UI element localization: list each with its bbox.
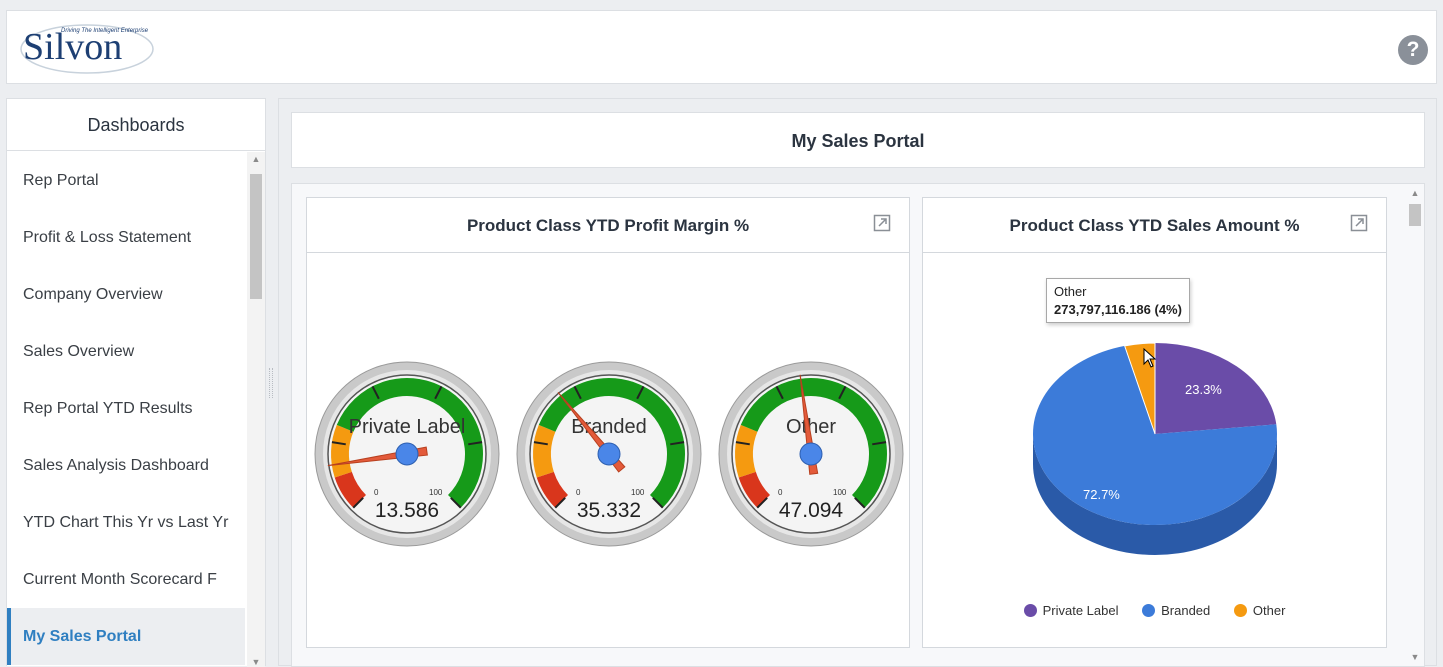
mouse-cursor-icon	[1143, 348, 1157, 368]
pie-slice-label: 72.7%	[1083, 487, 1120, 502]
scroll-down-arrow-icon[interactable]: ▼	[1406, 652, 1424, 662]
gauge-hub	[799, 442, 823, 466]
panel-splitter[interactable]	[266, 98, 276, 666]
gauge-value-text: 13.586	[375, 499, 439, 522]
gauge: Private Label 0 100 13.586	[314, 361, 500, 547]
legend-dot	[1023, 604, 1037, 617]
legend-dot	[1142, 604, 1156, 617]
gauge-hub	[395, 442, 419, 466]
panel-title: Product Class YTD Sales Amount %	[1009, 216, 1300, 235]
content-scrollbar[interactable]: ▲ ▼	[1406, 184, 1424, 666]
expand-icon[interactable]	[1350, 214, 1368, 232]
sidebar-item-sales-overview[interactable]: Sales Overview	[7, 323, 245, 380]
legend-label: Other	[1252, 603, 1286, 618]
sidebar-item-current-month-scorecard[interactable]: Current Month Scorecard F	[7, 551, 245, 608]
gauge-min-label: 0	[778, 488, 783, 497]
help-icon[interactable]: ?	[1398, 35, 1428, 65]
panel-header: Product Class YTD Sales Amount %	[923, 198, 1386, 253]
scroll-up-arrow-icon[interactable]: ▲	[1406, 188, 1424, 198]
legend-item-private-label[interactable]: Private Label	[1023, 603, 1119, 618]
dashboard-content: Product Class YTD Profit Margin % Privat…	[291, 183, 1425, 667]
panel-title: Product Class YTD Profit Margin %	[466, 216, 750, 235]
tooltip-value: 273,797,116.186 (4%)	[1054, 302, 1182, 317]
silvon-logo[interactable]: Silvon Driving The Intelligent Enterpris…	[17, 17, 157, 79]
panel-header: Product Class YTD Profit Margin %	[307, 198, 909, 253]
tooltip-category: Other	[1054, 284, 1087, 299]
legend-item-other[interactable]: Other	[1233, 603, 1286, 618]
expand-icon[interactable]	[873, 214, 891, 232]
sidebar-title: Dashboards	[7, 99, 265, 151]
pie-legend: Private Label Branded Other	[923, 603, 1386, 618]
sidebar-scroll-thumb[interactable]	[250, 174, 262, 299]
main-area: My Sales Portal Product Class YTD Profit…	[278, 98, 1437, 667]
gauge-value-text: 35.332	[577, 499, 641, 522]
gauge-max-label: 100	[631, 488, 645, 497]
pie-slice-label: 23.3%	[1185, 382, 1222, 397]
gauge-band-orange	[533, 424, 556, 478]
gauge-band-orange	[735, 424, 758, 478]
gauge-min-label: 0	[374, 488, 379, 497]
pie-tooltip: Other 273,797,116.186 (4%)	[1046, 278, 1190, 323]
gauges-chart: Private Label0 10013.586Branded0 10035.332…	[314, 361, 904, 547]
legend-dot	[1233, 604, 1247, 617]
sidebar-item-ytd-chart[interactable]: YTD Chart This Yr vs Last Yr	[7, 494, 245, 551]
page-title: My Sales Portal	[291, 112, 1425, 168]
gauge-max-label: 100	[833, 488, 847, 497]
sidebar-item-sales-analysis-dashboard[interactable]: Sales Analysis Dashboard	[7, 437, 245, 494]
app-header: Silvon Driving The Intelligent Enterpris…	[6, 10, 1437, 84]
splitter-grip[interactable]	[269, 368, 273, 398]
gauge-label: Private Label	[349, 416, 466, 438]
gauge: Branded0 10035.332	[516, 361, 702, 547]
gauge-max-label: 100	[429, 488, 443, 497]
gauge-hub	[597, 442, 621, 466]
content-scroll-thumb[interactable]	[1409, 204, 1421, 226]
gauge-value-text: 47.094	[779, 499, 844, 522]
sidebar-item-rep-portal-ytd-results[interactable]: Rep Portal YTD Results	[7, 380, 245, 437]
legend-label: Private Label	[1042, 603, 1119, 618]
sidebar-item-profit-loss-statement[interactable]: Profit & Loss Statement	[7, 209, 245, 266]
scroll-up-arrow-icon[interactable]: ▲	[247, 154, 265, 164]
profit-margin-panel: Product Class YTD Profit Margin % Privat…	[306, 197, 910, 648]
dashboards-sidebar: Dashboards Rep Portal Profit & Loss Stat…	[6, 98, 266, 667]
sales-amount-panel: Product Class YTD Sales Amount % 23.3% 7…	[922, 197, 1387, 648]
legend-label: Branded	[1161, 603, 1211, 618]
svg-text:Driving The Intelligent Enterp: Driving The Intelligent Enterprise	[61, 28, 149, 34]
sidebar-item-my-sales-portal[interactable]: My Sales Portal	[7, 608, 245, 665]
gauge: Other0 10047.094	[718, 361, 904, 547]
dashboard-list: Rep Portal Profit & Loss Statement Compa…	[7, 152, 245, 665]
sidebar-item-company-overview[interactable]: Company Overview	[7, 266, 245, 323]
gauge-min-label: 0	[576, 488, 581, 497]
sidebar-scrollbar[interactable]: ▲ ▼	[247, 152, 265, 667]
sidebar-item-rep-portal[interactable]: Rep Portal	[7, 152, 245, 209]
legend-item-branded[interactable]: Branded	[1142, 603, 1210, 618]
gauge-band-orange	[331, 424, 354, 478]
